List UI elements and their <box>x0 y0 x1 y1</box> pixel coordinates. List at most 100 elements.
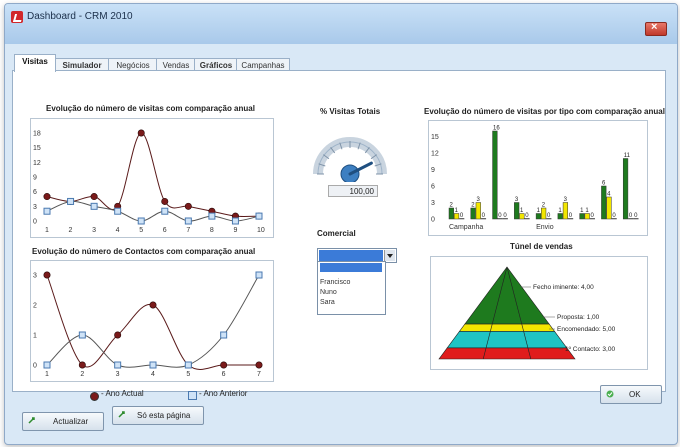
this-page-button[interactable]: Só esta página <box>112 406 204 425</box>
funnel-stage-label: Encomendado: 5,00 <box>557 326 616 333</box>
legend-actual-label: - Ano Actual <box>101 389 144 398</box>
visits-point-anterior <box>184 217 192 225</box>
bytype-bar <box>470 207 476 220</box>
contacts-ytick: 1 <box>33 333 37 340</box>
visits-point-actual <box>137 129 145 137</box>
contacts-point-anterior <box>78 331 86 339</box>
funnel-stage-2 <box>446 331 568 349</box>
bytype-bar <box>606 196 612 220</box>
visits-point-actual <box>161 197 169 205</box>
bytype-ytick: 6 <box>431 184 435 191</box>
contacts-point-anterior <box>114 361 122 369</box>
contacts-xtick: 3 <box>116 371 120 378</box>
bytype-bar-label: 1 <box>558 208 562 214</box>
funnel-stage-label: 1º Contacto: 3,00 <box>565 346 615 353</box>
bytype-bar-label: 0 <box>525 213 529 219</box>
bytype-bar-label: 2 <box>542 203 546 209</box>
contacts-chart-title: Evolução do número de Contactos com comp… <box>32 247 256 256</box>
dropdown-item-nuno[interactable]: Nuno <box>320 288 382 297</box>
bytype-ytick: 9 <box>431 167 435 174</box>
visits-xtick: 10 <box>257 227 265 234</box>
contacts-series-line-0 <box>46 274 259 370</box>
bytype-bar-label: 1 <box>455 208 459 214</box>
contacts-ytick: 0 <box>33 363 37 370</box>
bytype-bar-label: 4 <box>607 192 611 198</box>
bytype-bar <box>584 213 590 220</box>
gauge-value-field: 100,00 <box>328 185 378 197</box>
visits-xtick: 8 <box>210 227 214 234</box>
dropdown-item-francisco[interactable]: Francisco <box>320 278 382 287</box>
refresh-page-icon <box>118 411 125 418</box>
visits-gauge <box>313 137 387 182</box>
funnel-stage-3 <box>438 347 576 360</box>
bytype-xtick: Envio <box>536 224 554 231</box>
contacts-line-chart: 0 1 2 3 1 2 3 4 5 6 7 <box>33 271 263 378</box>
contacts-xtick: 5 <box>186 371 190 378</box>
contacts-point-anterior <box>255 271 263 279</box>
bytype-bar-label: 1 <box>520 208 524 214</box>
visits-xtick: 4 <box>116 227 120 234</box>
visits-point-actual <box>43 193 51 201</box>
contacts-point-actual <box>114 331 122 339</box>
bytype-bar <box>601 185 607 220</box>
bytype-bar-label: 0 <box>569 213 573 219</box>
contacts-chart-frame: 0 1 2 3 1 2 3 4 5 6 7 <box>30 260 274 382</box>
bytype-bar <box>535 213 542 220</box>
bytype-bar-label: 1 <box>537 208 541 214</box>
bytype-bar-label: 1 <box>585 208 589 214</box>
tab-visitas[interactable]: Visitas <box>14 54 56 72</box>
legend-anterior-label: - Ano Anterior <box>199 389 248 398</box>
funnel-chart-frame: Fecho iminente: 4,00 Proposta: 1,00 Encome… <box>430 256 648 370</box>
contacts-series-line-1 <box>46 274 260 368</box>
contacts-point-anterior <box>220 331 228 339</box>
bytype-bar-label: 0 <box>460 213 464 219</box>
visits-xtick: 1 <box>45 227 49 234</box>
visits-ytick: 15 <box>33 145 41 152</box>
bytype-bar-label: 3 <box>476 197 480 203</box>
bytype-xtick: Campanha <box>449 224 483 231</box>
bytype-bar-chart: 03691215210Campanha230160 0310120Envio130… <box>431 126 639 231</box>
funnel-stage-0 <box>464 266 550 325</box>
dropdown-item-blank[interactable] <box>320 263 382 272</box>
visits-chart-frame: 0 3 6 9 12 15 18 1 2 3 4 5 6 7 8 9 10 <box>30 118 274 238</box>
visits-point-anterior <box>90 202 98 210</box>
bytype-bar-label: 0 <box>612 213 616 219</box>
visits-ytick: 18 <box>33 131 41 138</box>
contacts-xtick: 4 <box>151 371 155 378</box>
window-title: Dashboard - CRM 2010 <box>27 11 133 22</box>
refresh-icon <box>28 417 35 424</box>
visits-xtick: 6 <box>163 227 167 234</box>
bytype-chart-title: Evolução do número de visitas por tipo c… <box>424 107 665 116</box>
legend-actual-marker <box>90 392 99 401</box>
bytype-bar-label: 0 <box>498 213 502 219</box>
funnel-stage-label: Proposta: 1,00 <box>557 314 600 321</box>
contacts-xtick: 1 <box>45 371 49 378</box>
bytype-bar <box>557 213 563 220</box>
bytype-bar-label: 0 <box>482 213 486 219</box>
bytype-bar <box>492 130 498 220</box>
contacts-xtick: 2 <box>80 371 84 378</box>
refresh-button[interactable]: Actualizar <box>22 412 104 431</box>
visits-series-line-0 <box>46 132 260 217</box>
bytype-bar-label: 1 <box>580 208 584 214</box>
bytype-bar <box>622 158 629 220</box>
dropdown-item-sara[interactable]: Sara <box>320 298 382 307</box>
visits-ytick: 3 <box>33 204 37 211</box>
contacts-xtick: 7 <box>257 371 261 378</box>
contacts-xtick: 6 <box>222 371 226 378</box>
bytype-ytick: 0 <box>431 217 435 224</box>
contacts-ytick: 3 <box>33 273 37 280</box>
visits-xtick: 7 <box>186 227 190 234</box>
contacts-point-actual <box>78 361 86 369</box>
bytype-bar <box>541 207 547 220</box>
ok-button[interactable]: OK <box>600 385 662 404</box>
bytype-bar <box>448 207 454 220</box>
this-page-button-label: Só esta página <box>137 411 191 420</box>
app-logo-icon <box>11 11 23 23</box>
legend-anterior-marker <box>188 391 197 400</box>
chevron-down-icon[interactable] <box>384 250 395 261</box>
bytype-bar-label: 0 <box>503 213 507 219</box>
visits-xtick: 5 <box>139 227 143 234</box>
visits-point-anterior <box>208 212 216 220</box>
close-button[interactable]: × <box>645 21 667 36</box>
